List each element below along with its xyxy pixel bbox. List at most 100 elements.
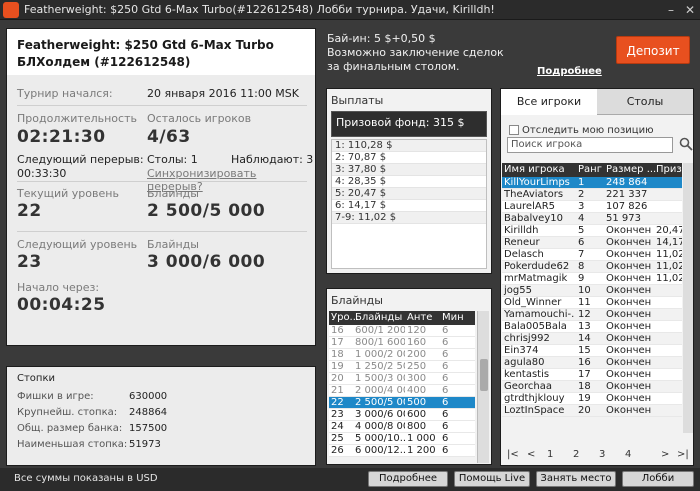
stack-value: 157500 bbox=[129, 423, 168, 434]
last-page-button[interactable]: >| bbox=[677, 449, 689, 460]
blinds-scrollbar[interactable] bbox=[477, 311, 489, 463]
player-row[interactable]: kentastis 17 Окончен bbox=[502, 369, 682, 381]
player-cell: 11,02 $ bbox=[656, 249, 682, 260]
col-blinds[interactable]: Блайнды bbox=[353, 311, 405, 325]
blind-cell: 1 250/2 500 bbox=[355, 361, 405, 372]
duration-value: 02:21:30 bbox=[17, 127, 106, 147]
tab-all-players[interactable]: Все игроки bbox=[501, 89, 597, 115]
col-level[interactable]: Уро... bbox=[329, 311, 359, 325]
payout-item: 4: 28,35 $ bbox=[332, 176, 486, 188]
player-cell: 14,17 $ bbox=[656, 237, 682, 248]
player-cell: Окончен bbox=[606, 225, 652, 236]
blind-cell: 19 bbox=[331, 361, 344, 372]
page-2[interactable]: 2 bbox=[573, 449, 579, 460]
blind-cell: 6 000/12... bbox=[355, 445, 405, 456]
deal-note: Возможно заключение сделок за финальным … bbox=[327, 46, 504, 73]
next-level-value: 23 bbox=[17, 252, 42, 272]
player-cell: KillYourLimps bbox=[504, 177, 570, 188]
payouts-title: Выплаты bbox=[331, 94, 384, 107]
player-row[interactable]: Kirilldh 5 Окончен 20,47 $ bbox=[502, 225, 682, 237]
next-page-button[interactable]: > bbox=[661, 449, 669, 460]
col-prize[interactable]: Приз bbox=[656, 163, 682, 177]
stacks-title: Стопки bbox=[17, 373, 56, 384]
player-cell: 9 bbox=[578, 273, 585, 284]
player-row[interactable]: LaurelAR5 3 107 826 bbox=[502, 201, 682, 213]
track-label: Отследить мою позицию bbox=[522, 125, 654, 136]
payout-item: 6: 14,17 $ bbox=[332, 200, 486, 212]
payout-item: 1: 110,28 $ bbox=[332, 140, 486, 152]
player-row[interactable]: gtrdthjklouy 19 Окончен bbox=[502, 393, 682, 405]
page-1[interactable]: 1 bbox=[547, 449, 553, 460]
lobby-button[interactable]: Лобби bbox=[622, 471, 694, 487]
player-cell: 6 bbox=[578, 237, 585, 248]
player-row[interactable]: Reneur 6 Окончен 14,17 $ bbox=[502, 237, 682, 249]
player-cell: 2 bbox=[578, 189, 585, 200]
player-search-input[interactable]: Поиск игрока bbox=[507, 137, 673, 153]
close-button[interactable]: ✕ bbox=[682, 2, 698, 18]
player-row[interactable]: Delasch 7 Окончен 11,02 $ bbox=[502, 249, 682, 261]
col-rank[interactable]: Ранг bbox=[574, 163, 604, 177]
blinds-panel: Блайнды Уро... Блайнды Анте Мин 16 600/1 … bbox=[326, 288, 492, 465]
player-cell: Bala005Bala bbox=[504, 321, 567, 332]
blind-cell: 800/1 600 bbox=[355, 337, 405, 348]
player-row[interactable]: Yamamouchi-... 12 Окончен bbox=[502, 309, 682, 321]
player-cell: Окончен bbox=[606, 333, 652, 344]
player-row[interactable]: Bala005Bala 13 Окончен bbox=[502, 321, 682, 333]
observers-count: Наблюдают: 3 bbox=[231, 153, 314, 166]
player-row[interactable]: jog55 10 Окончен bbox=[502, 285, 682, 297]
player-row[interactable]: KillYourLimps 1 248 864 bbox=[502, 177, 682, 189]
divider bbox=[17, 181, 307, 182]
first-page-button[interactable]: |< bbox=[507, 449, 519, 460]
take-seat-button[interactable]: Занять место bbox=[536, 471, 616, 487]
page-3[interactable]: 3 bbox=[599, 449, 605, 460]
player-cell: 12 bbox=[578, 309, 591, 320]
minimize-button[interactable]: – bbox=[663, 2, 679, 18]
player-row[interactable]: Old_Winner 11 Окончен bbox=[502, 297, 682, 309]
player-row[interactable]: Babalvey10 4 51 973 bbox=[502, 213, 682, 225]
tab-tables[interactable]: Столы bbox=[597, 89, 693, 115]
player-row[interactable]: Ein374 15 Окончен bbox=[502, 345, 682, 357]
player-row[interactable]: chrisj992 14 Окончен bbox=[502, 333, 682, 345]
col-stack[interactable]: Размер ... bbox=[604, 163, 656, 177]
prev-page-button[interactable]: < bbox=[527, 449, 535, 460]
blind-level-row: 26 6 000/12... 1 200 6 bbox=[329, 445, 475, 457]
player-cell: Babalvey10 bbox=[504, 213, 563, 224]
blind-cell: 500 bbox=[407, 397, 427, 408]
player-row[interactable]: TheAviators 2 221 337 bbox=[502, 189, 682, 201]
help-live-button[interactable]: Помощь Live bbox=[454, 471, 530, 487]
player-cell: Reneur bbox=[504, 237, 540, 248]
player-row[interactable]: Georchaa 18 Окончен bbox=[502, 381, 682, 393]
track-checkbox[interactable] bbox=[509, 125, 519, 135]
blind-cell: 1 200 bbox=[407, 445, 436, 456]
blind-level-row: 17 800/1 600 160 6 bbox=[329, 337, 475, 349]
player-row[interactable]: agula80 16 Окончен bbox=[502, 357, 682, 369]
scroll-thumb[interactable] bbox=[480, 359, 488, 391]
blind-cell: 6 bbox=[442, 421, 449, 432]
col-min[interactable]: Мин bbox=[439, 311, 475, 325]
blind-cell: 6 bbox=[442, 361, 449, 372]
blind-cell: 4 000/8 000 bbox=[355, 421, 405, 432]
blinds-header: Уро... Блайнды Анте Мин bbox=[329, 311, 475, 325]
col-ante[interactable]: Анте bbox=[405, 311, 439, 325]
payout-list: 1: 110,28 $ 2: 70,87 $ 3: 37,80 $ 4: 28,… bbox=[331, 139, 487, 269]
current-level-label: Текущий уровень bbox=[17, 187, 119, 200]
page-4[interactable]: 4 bbox=[625, 449, 631, 460]
blind-cell: 1 000 bbox=[407, 433, 436, 444]
track-position[interactable]: Отследить мою позицию bbox=[509, 125, 654, 136]
next-level-label: Следующий уровень bbox=[17, 238, 138, 251]
payouts-panel: Выплаты Призовой фонд: 315 $ 1: 110,28 $… bbox=[326, 88, 492, 274]
currency-note: Все суммы показаны в USD bbox=[14, 473, 158, 484]
player-cell: LaurelAR5 bbox=[504, 201, 556, 212]
search-icon[interactable] bbox=[679, 137, 693, 151]
players-scrollbar[interactable] bbox=[683, 163, 693, 433]
player-cell: 10 bbox=[578, 285, 591, 296]
player-row[interactable]: LoztInSpace 20 Окончен bbox=[502, 405, 682, 417]
player-row[interactable]: Pokerdude62 8 Окончен 11,02 $ bbox=[502, 261, 682, 273]
player-cell bbox=[656, 321, 682, 332]
deposit-button[interactable]: Депозит bbox=[616, 36, 690, 64]
details-link[interactable]: Подробнее bbox=[537, 66, 602, 77]
details-button[interactable]: Подробнее bbox=[368, 471, 448, 487]
player-cell: 5 bbox=[578, 225, 585, 236]
col-player-name[interactable]: Имя игрока bbox=[502, 163, 574, 177]
player-row[interactable]: mrMatmagik 9 Окончен 11,02 $ bbox=[502, 273, 682, 285]
